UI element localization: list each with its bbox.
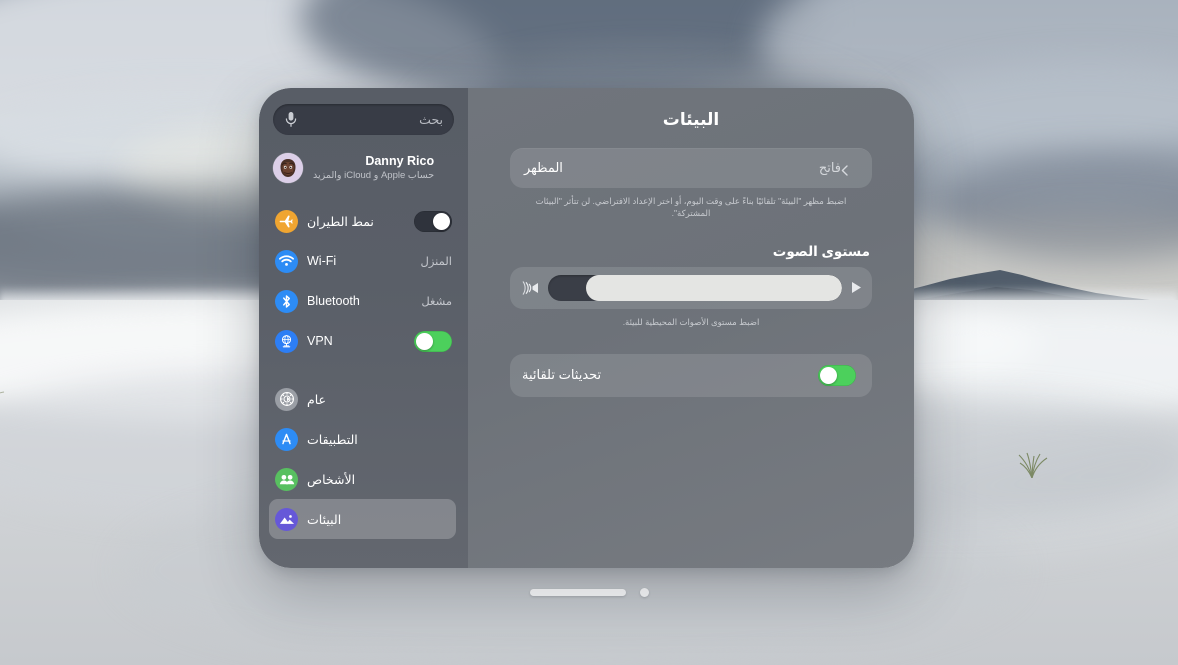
sidebar-item-label: Bluetooth [307, 294, 360, 308]
home-bar[interactable] [529, 588, 626, 596]
screen: بحث Danny Rico حساب Apple و iCloud والمز… [0, 0, 1178, 665]
auto-updates-toggle[interactable] [818, 364, 856, 386]
sidebar-item-label: البيئات [307, 512, 342, 527]
wifi-icon [275, 249, 298, 273]
toggle-knob [820, 366, 837, 384]
sidebar: بحث Danny Rico حساب Apple و iCloud والمز… [259, 88, 468, 568]
detail-pane: البيئات المظهر فاتح اضبط مظهر "البيئة" ت… [468, 88, 914, 568]
appearance-value: فاتح [818, 160, 841, 175]
appearance-row[interactable]: المظهر فاتح [510, 148, 872, 188]
speaker-waves-icon [520, 280, 539, 295]
account-row[interactable]: Danny Rico حساب Apple و iCloud والمزيد [259, 135, 468, 187]
section-divider [269, 361, 456, 379]
airplane-mode-toggle[interactable] [414, 210, 452, 232]
avatar [273, 153, 303, 183]
sidebar-item-label: التطبيقات [307, 432, 358, 447]
chevron-left-icon [841, 163, 848, 176]
appearance-label: المظهر [524, 160, 563, 175]
account-name: Danny Rico [365, 154, 435, 169]
sidebar-item-wifi[interactable]: Wi-Fi المنزل [269, 241, 456, 281]
triangle-right-icon[interactable] [851, 281, 862, 294]
gear-icon [275, 387, 298, 411]
airplane-icon [275, 209, 298, 233]
volume-slider-row[interactable] [510, 266, 872, 309]
auto-updates-label: تحديثات تلقائية [522, 367, 602, 383]
search-input[interactable]: بحث [273, 104, 454, 135]
toggle-knob [433, 212, 450, 230]
vpn-toggle[interactable] [414, 330, 452, 352]
search-container: بحث [259, 88, 468, 135]
vpn-globe-icon [275, 329, 298, 353]
sidebar-item-airplane-mode[interactable]: نمط الطيران [269, 201, 456, 241]
bluetooth-icon [275, 289, 298, 313]
volume-fill [586, 274, 842, 301]
sidebar-item-label: نمط الطيران [307, 214, 374, 229]
wifi-value: المنزل [420, 256, 452, 268]
page-title: البيئات [662, 110, 720, 129]
sidebar-item-label: عام [307, 392, 327, 407]
sidebar-item-environments[interactable]: البيئات [269, 499, 456, 539]
sidebar-rows: نمط الطيران Wi-Fi المنزل Bluetooth مشغل … [259, 187, 468, 539]
search-placeholder: بحث [419, 113, 443, 127]
appearance-footnote: اضبط مظهر "البيئة" تلقائيًا بناءً على وق… [535, 196, 847, 219]
volume-track[interactable] [548, 274, 842, 301]
volume-section-title: مستوى الصوت [772, 243, 870, 259]
sidebar-item-general[interactable]: عام [269, 379, 456, 419]
sidebar-item-label: Wi-Fi [307, 254, 337, 268]
account-text: Danny Rico حساب Apple و iCloud والمزيد [313, 154, 434, 182]
sidebar-item-apps[interactable]: التطبيقات [269, 419, 456, 459]
home-indicator-area [0, 582, 1178, 602]
environments-mountain-icon [275, 507, 298, 531]
account-subtitle: حساب Apple و iCloud والمزيد [313, 170, 435, 182]
sidebar-item-bluetooth[interactable]: Bluetooth مشغل [269, 281, 456, 321]
microphone-icon[interactable] [284, 111, 298, 128]
sidebar-item-people[interactable]: الأشخاص [269, 459, 456, 499]
detail-body: المظهر فاتح اضبط مظهر "البيئة" تلقائيًا … [468, 130, 914, 397]
settings-window: بحث Danny Rico حساب Apple و iCloud والمز… [259, 88, 914, 568]
toggle-knob [416, 332, 433, 350]
bluetooth-value: مشغل [421, 296, 452, 308]
auto-updates-row[interactable]: تحديثات تلقائية [510, 353, 872, 397]
people-icon [275, 467, 298, 491]
sidebar-item-vpn[interactable]: VPN [269, 321, 456, 361]
page-dot[interactable] [639, 587, 649, 597]
sidebar-item-label: الأشخاص [307, 472, 356, 487]
volume-footnote: اضبط مستوى الأصوات المحيطية للبيئة. [622, 316, 760, 327]
app-store-icon [275, 427, 298, 451]
sidebar-item-label: VPN [307, 334, 333, 348]
